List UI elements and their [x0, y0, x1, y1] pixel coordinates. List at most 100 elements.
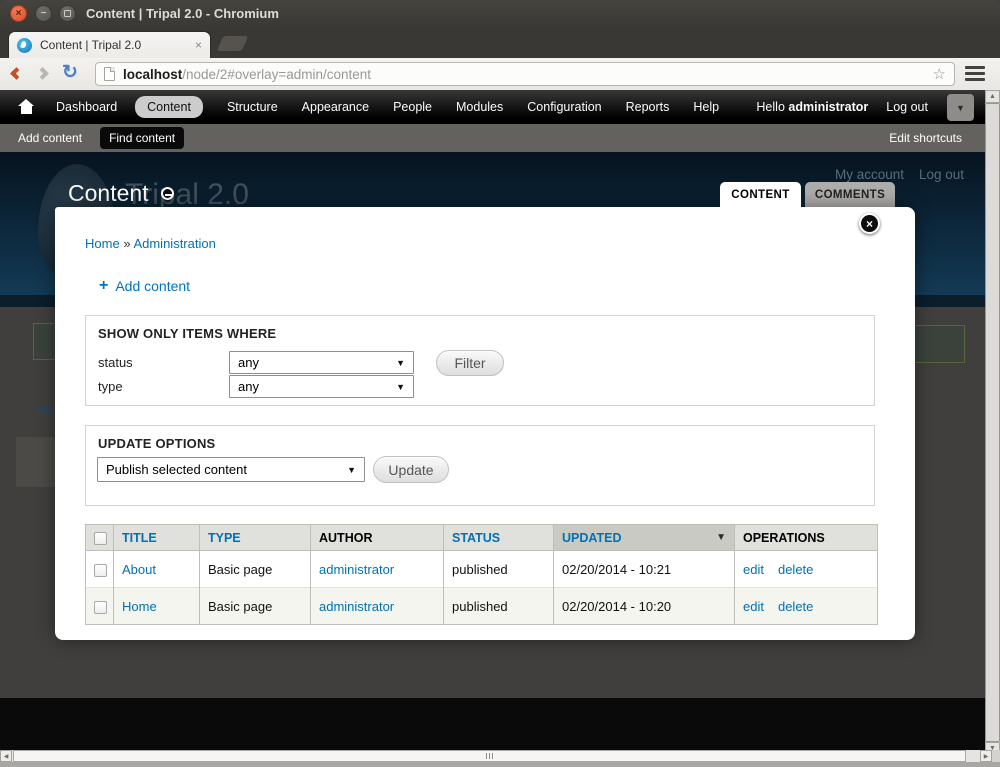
- update-legend: UPDATE OPTIONS: [98, 436, 215, 451]
- url-text[interactable]: localhost/node/2#overlay=admin/content: [123, 67, 933, 82]
- greeting-username: administrator: [788, 100, 868, 114]
- edit-link[interactable]: edit: [743, 599, 764, 614]
- row-updated-cell: 02/20/2014 - 10:20: [554, 588, 735, 625]
- table-row: Home Basic page administrator published …: [86, 588, 878, 625]
- toolbar-item-appearance[interactable]: Appearance: [302, 100, 369, 114]
- shortcut-add-content[interactable]: Add content: [18, 131, 82, 145]
- header-type: TYPE: [200, 525, 311, 551]
- status-select-value: any: [238, 355, 259, 370]
- node-title-link[interactable]: Home: [122, 599, 157, 614]
- toolbar-logout-link[interactable]: Log out: [886, 100, 928, 114]
- drupal-favicon-icon: [17, 38, 32, 53]
- sort-desc-icon[interactable]: ▼: [716, 532, 726, 543]
- scrollbar-corner: [992, 750, 1000, 762]
- home-icon[interactable]: [18, 101, 34, 114]
- row-checkbox[interactable]: [94, 564, 107, 577]
- row-operations-cell: edit delete: [735, 551, 878, 588]
- site-searchbox-fragment-right: [915, 325, 965, 363]
- breadcrumb-home-link[interactable]: Home: [85, 236, 120, 251]
- update-options-fieldset: UPDATE OPTIONS Publish selected content …: [85, 425, 875, 506]
- tab-close-icon[interactable]: ×: [195, 38, 202, 52]
- status-select[interactable]: any ▼: [229, 351, 414, 374]
- row-author-cell: administrator: [311, 588, 444, 625]
- forward-icon[interactable]: [36, 67, 49, 80]
- author-link[interactable]: administrator: [319, 599, 394, 614]
- toolbar-item-help[interactable]: Help: [693, 100, 719, 114]
- site-logout-link[interactable]: Log out: [919, 167, 964, 182]
- window-minimize-icon[interactable]: −: [35, 5, 52, 22]
- overlay-page-title-text: Content: [68, 180, 149, 207]
- type-select-value: any: [238, 379, 259, 394]
- delete-link[interactable]: delete: [778, 599, 813, 614]
- toolbar-toggle-button[interactable]: ▼: [947, 94, 974, 121]
- content-table: TITLE TYPE AUTHOR STATUS UPDATED▼ OPERAT…: [85, 524, 878, 625]
- header-title: TITLE: [114, 525, 200, 551]
- site-breadcrumb-fragment: Ho: [36, 401, 53, 416]
- toolbar-item-configuration[interactable]: Configuration: [527, 100, 601, 114]
- overlay-page-title: Content: [68, 180, 174, 207]
- vertical-scrollbar-thumb[interactable]: [985, 103, 1000, 742]
- browser-tabstrip: Content | Tripal 2.0 ×: [0, 28, 1000, 58]
- type-select[interactable]: any ▼: [229, 375, 414, 398]
- breadcrumb-admin-link[interactable]: Administration: [133, 236, 215, 251]
- edit-link[interactable]: edit: [743, 562, 764, 577]
- header-author: AUTHOR: [311, 525, 444, 551]
- row-title-cell: Home: [114, 588, 200, 625]
- window-close-icon[interactable]: ×: [10, 5, 27, 22]
- horizontal-scrollbar-thumb[interactable]: [13, 750, 966, 762]
- greeting-text: Hello administrator: [756, 100, 868, 114]
- delete-link[interactable]: delete: [778, 562, 813, 577]
- toolbar-item-reports[interactable]: Reports: [626, 100, 670, 114]
- author-link[interactable]: administrator: [319, 562, 394, 577]
- header-updated: UPDATED ▼: [554, 525, 735, 551]
- update-button[interactable]: Update: [373, 456, 449, 483]
- site-footer: [0, 698, 1000, 750]
- select-all-checkbox[interactable]: [94, 532, 107, 545]
- site-background: Tripal 2.0 My account Log out Content Ho…: [0, 152, 1000, 767]
- tab-content[interactable]: CONTENT: [720, 182, 801, 207]
- window-maximize-icon[interactable]: [59, 5, 76, 22]
- scroll-left-icon[interactable]: ◀: [0, 750, 12, 762]
- toolbar-item-modules[interactable]: Modules: [456, 100, 503, 114]
- back-icon[interactable]: [10, 67, 23, 80]
- url-bar[interactable]: localhost/node/2#overlay=admin/content ☆: [95, 62, 955, 86]
- new-tab-button[interactable]: [217, 36, 249, 51]
- toolbar-item-content[interactable]: Content: [135, 96, 203, 118]
- sort-status-link[interactable]: STATUS: [452, 531, 500, 545]
- row-title-cell: About: [114, 551, 200, 588]
- browser-menu-icon[interactable]: [965, 66, 985, 84]
- scroll-up-icon[interactable]: ▲: [985, 90, 1000, 103]
- sort-title-link[interactable]: TITLE: [122, 531, 157, 545]
- site-searchbox-fragment-left: [33, 323, 57, 360]
- scroll-right-icon[interactable]: ▶: [980, 750, 992, 762]
- vertical-scrollbar[interactable]: ▲ ▼: [985, 90, 1000, 755]
- filter-button[interactable]: Filter: [436, 350, 504, 376]
- overlay-close-icon[interactable]: ×: [859, 213, 880, 234]
- header-status: STATUS: [444, 525, 554, 551]
- add-content-label: Add content: [115, 278, 190, 294]
- bookmark-star-icon[interactable]: ☆: [933, 65, 946, 83]
- update-action-select[interactable]: Publish selected content ▼: [97, 457, 365, 482]
- sort-updated-link[interactable]: UPDATED: [562, 531, 622, 545]
- toolbar-item-structure[interactable]: Structure: [227, 100, 278, 114]
- filter-legend: SHOW ONLY ITEMS WHERE: [98, 326, 276, 341]
- row-type-cell: Basic page: [200, 588, 311, 625]
- greeting-prefix: Hello: [756, 100, 785, 114]
- horizontal-scrollbar[interactable]: ◀ ▶: [0, 750, 992, 762]
- toolbar-item-people[interactable]: People: [393, 100, 432, 114]
- add-content-link[interactable]: + Add content: [99, 277, 190, 295]
- toolbar-item-dashboard[interactable]: Dashboard: [56, 100, 117, 114]
- site-my-account-link[interactable]: My account: [835, 167, 904, 182]
- edit-shortcuts-link[interactable]: Edit shortcuts: [889, 131, 962, 145]
- breadcrumb-separator: »: [123, 236, 130, 251]
- tab-comments[interactable]: COMMENTS: [805, 182, 895, 207]
- plus-icon: +: [99, 277, 108, 295]
- row-checkbox[interactable]: [94, 601, 107, 614]
- reload-icon[interactable]: ↻: [62, 61, 78, 84]
- collapse-minus-icon[interactable]: [161, 187, 174, 200]
- sort-type-link[interactable]: TYPE: [208, 531, 241, 545]
- node-title-link[interactable]: About: [122, 562, 156, 577]
- browser-tab[interactable]: Content | Tripal 2.0 ×: [8, 31, 211, 58]
- row-select-cell: [86, 588, 114, 625]
- shortcut-find-content[interactable]: Find content: [100, 127, 184, 149]
